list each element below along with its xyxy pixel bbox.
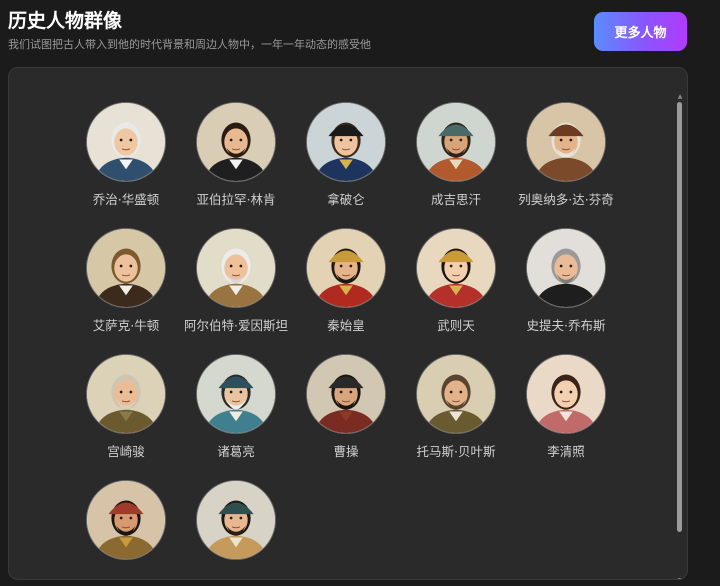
- figures-panel: 乔治·华盛顿 亚伯拉罕·林肯 拿破仑 成吉思汗 列奥纳多·达·芬奇 艾萨克·牛顿…: [8, 67, 688, 580]
- figure-name: 艾萨克·牛顿: [92, 318, 160, 333]
- figure-card[interactable]: [181, 480, 291, 560]
- scroll-down-arrow-icon[interactable]: ▼: [677, 578, 683, 580]
- figure-card[interactable]: 托马斯·贝叶斯: [401, 354, 511, 460]
- figure-name: 托马斯·贝叶斯: [416, 444, 496, 459]
- figure-card[interactable]: 秦始皇: [291, 228, 401, 334]
- figure-card[interactable]: 成吉思汗: [401, 102, 511, 208]
- lincoln-portrait-icon: [196, 102, 276, 182]
- figure-card[interactable]: 阿尔伯特·爱因斯坦: [181, 228, 291, 334]
- figure-card[interactable]: [71, 480, 181, 560]
- figure-name: 史提夫·乔布斯: [526, 318, 606, 333]
- figure-card[interactable]: 亚伯拉罕·林肯: [181, 102, 291, 208]
- figure-card[interactable]: 拿破仑: [291, 102, 401, 208]
- scroll-thumb[interactable]: [677, 102, 682, 532]
- wu-zetian-portrait-icon: [416, 228, 496, 308]
- figure-card[interactable]: 列奥纳多·达·芬奇: [511, 102, 621, 208]
- figure-name: 宫崎骏: [107, 444, 145, 459]
- da-vinci-portrait-icon: [526, 102, 606, 182]
- washington-portrait-icon: [86, 102, 166, 182]
- figure-name: 李清照: [547, 444, 585, 459]
- newton-portrait-icon: [86, 228, 166, 308]
- figure-name: 亚伯拉罕·林肯: [196, 192, 276, 207]
- qin-shi-huang-portrait-icon: [306, 228, 386, 308]
- genghis-khan-portrait-icon: [416, 102, 496, 182]
- figure-name: 阿尔伯特·爱因斯坦: [184, 318, 288, 333]
- figure-name: 武则天: [437, 318, 475, 333]
- figure-name: 成吉思汗: [430, 192, 481, 207]
- page-subtitle: 我们试图把古人带入到他的时代背景和周边人物中，一年一年动态的感受他: [8, 38, 371, 51]
- more-figures-button[interactable]: 更多人物: [594, 12, 687, 51]
- napoleon-portrait-icon: [306, 102, 386, 182]
- scholar-portrait-icon: [196, 480, 276, 560]
- figure-card[interactable]: 艾萨克·牛顿: [71, 228, 181, 334]
- figure-card[interactable]: 武则天: [401, 228, 511, 334]
- figure-name: 曹操: [333, 444, 359, 459]
- figures-grid: 乔治·华盛顿 亚伯拉罕·林肯 拿破仑 成吉思汗 列奥纳多·达·芬奇 艾萨克·牛顿…: [71, 102, 621, 560]
- cao-cao-portrait-icon: [306, 354, 386, 434]
- steve-jobs-portrait-icon: [526, 228, 606, 308]
- figure-name: 秦始皇: [327, 318, 365, 333]
- figure-name: 列奥纳多·达·芬奇: [518, 192, 614, 207]
- einstein-portrait-icon: [196, 228, 276, 308]
- scroll-up-arrow-icon[interactable]: ▲: [677, 94, 683, 100]
- li-qingzhao-portrait-icon: [526, 354, 606, 434]
- figure-name: 诸葛亮: [217, 444, 255, 459]
- page-title: 历史人物群像: [8, 10, 123, 32]
- figure-name: 乔治·华盛顿: [92, 192, 160, 207]
- bayes-portrait-icon: [416, 354, 496, 434]
- figure-card[interactable]: 史提夫·乔布斯: [511, 228, 621, 334]
- vertical-scrollbar[interactable]: ▲ ▼: [677, 94, 683, 579]
- miyazaki-portrait-icon: [86, 354, 166, 434]
- figure-card[interactable]: 李清照: [511, 354, 621, 460]
- header: 历史人物群像 我们试图把古人带入到他的时代背景和周边人物中，一年一年动态的感受他: [8, 8, 371, 52]
- figure-name: 拿破仑: [327, 192, 365, 207]
- warrior-portrait-icon: [86, 480, 166, 560]
- figure-card[interactable]: 曹操: [291, 354, 401, 460]
- figure-card[interactable]: 宫崎骏: [71, 354, 181, 460]
- figure-card[interactable]: 诸葛亮: [181, 354, 291, 460]
- figure-card[interactable]: 乔治·华盛顿: [71, 102, 181, 208]
- zhuge-liang-portrait-icon: [196, 354, 276, 434]
